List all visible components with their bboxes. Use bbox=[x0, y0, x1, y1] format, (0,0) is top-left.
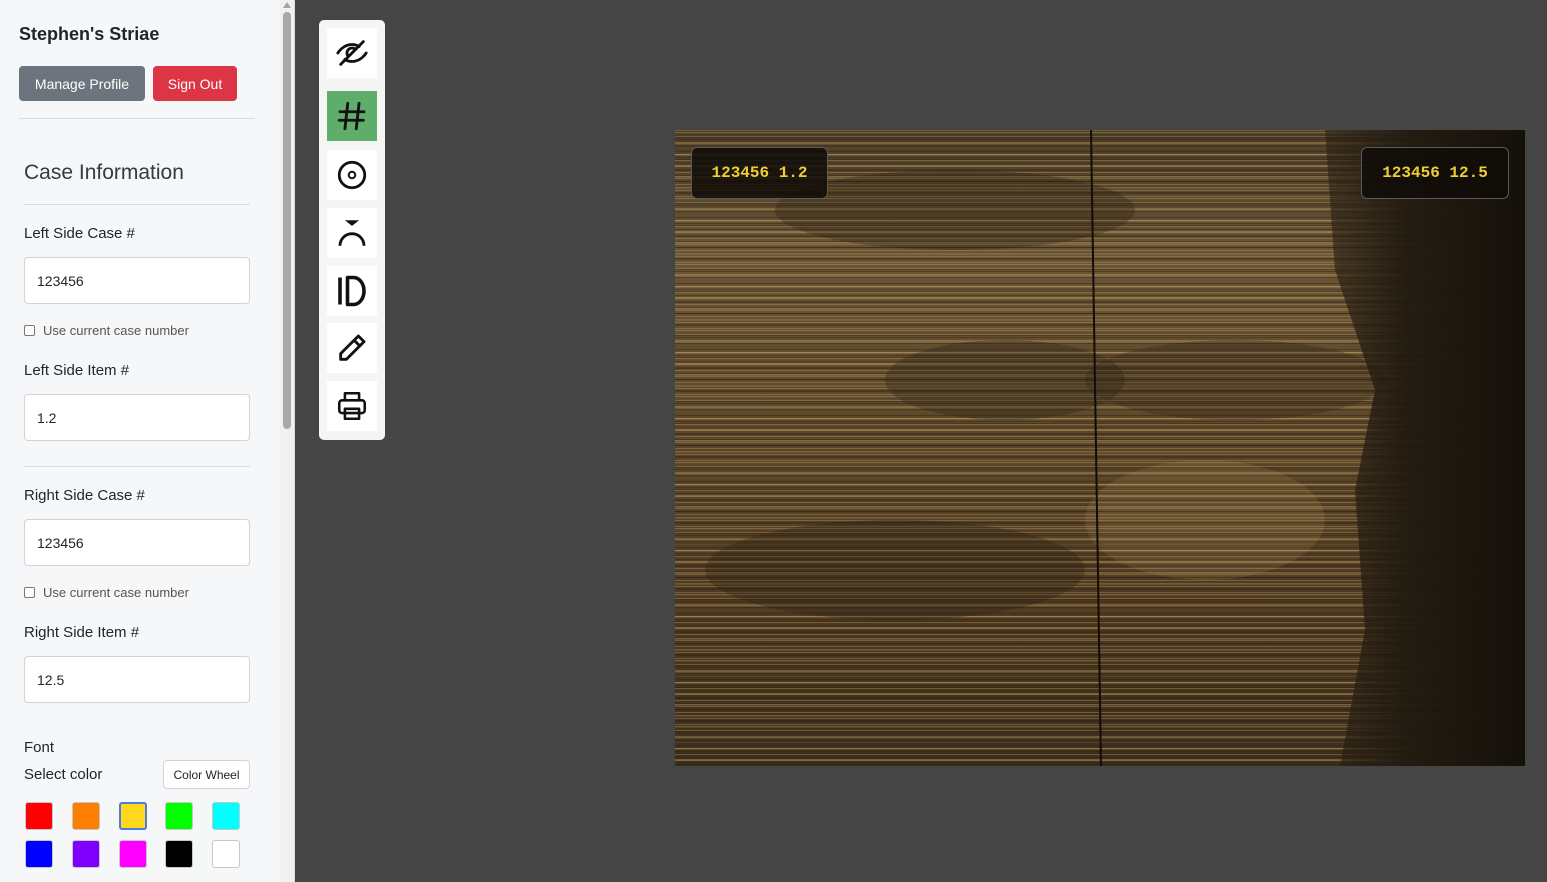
checkbox-icon[interactable] bbox=[24, 587, 35, 598]
swatch-green[interactable] bbox=[165, 802, 193, 830]
scroll-up-arrow-icon[interactable] bbox=[283, 2, 291, 8]
toolbar bbox=[319, 20, 385, 440]
sidebar: Stephen's Striae Manage Profile Sign Out… bbox=[0, 0, 280, 882]
sign-out-button[interactable]: Sign Out bbox=[153, 66, 237, 101]
right-case-label: Right Side Case # bbox=[24, 487, 145, 504]
eye-off-icon bbox=[336, 40, 368, 66]
user-name: Stephen's Striae bbox=[19, 24, 160, 44]
index-tool-button[interactable] bbox=[327, 208, 377, 258]
image-viewer[interactable]: 123456 1.2 123456 12.5 bbox=[675, 130, 1525, 766]
divider bbox=[19, 118, 255, 119]
swatch-white[interactable] bbox=[212, 840, 240, 868]
divider bbox=[24, 204, 250, 205]
left-item-label: Left Side Item # bbox=[24, 362, 130, 379]
right-case-overlay-label: 123456 12.5 bbox=[1361, 147, 1509, 199]
color-wheel-button[interactable]: Color Wheel bbox=[163, 760, 250, 789]
index-arc-icon bbox=[338, 220, 366, 246]
left-case-input[interactable] bbox=[24, 257, 250, 304]
left-case-label: Left Side Case # bbox=[24, 225, 135, 242]
id-tool-button[interactable] bbox=[327, 266, 377, 316]
right-use-current-label: Use current case number bbox=[43, 585, 189, 600]
font-label: Font bbox=[24, 739, 55, 756]
checkbox-icon[interactable] bbox=[24, 325, 35, 336]
swatch-blue[interactable] bbox=[25, 840, 53, 868]
target-tool-button[interactable] bbox=[327, 150, 377, 200]
right-item-input[interactable] bbox=[24, 656, 250, 703]
left-item-input[interactable] bbox=[24, 394, 250, 441]
swatch-yellow[interactable] bbox=[119, 802, 147, 830]
swatch-purple[interactable] bbox=[72, 840, 100, 868]
swatch-red[interactable] bbox=[25, 802, 53, 830]
swatch-cyan[interactable] bbox=[212, 802, 240, 830]
annotate-tool-button[interactable] bbox=[327, 323, 377, 373]
right-case-input[interactable] bbox=[24, 519, 250, 566]
pencil-icon bbox=[339, 334, 366, 361]
hash-icon bbox=[337, 101, 366, 131]
scrollbar-thumb[interactable] bbox=[283, 12, 291, 429]
right-item-label: Right Side Item # bbox=[24, 624, 140, 641]
striae-comparison-image bbox=[675, 130, 1525, 766]
manage-profile-button[interactable]: Manage Profile bbox=[19, 66, 145, 101]
printer-icon bbox=[337, 391, 367, 421]
left-use-current-checkbox[interactable]: Use current case number bbox=[24, 323, 189, 338]
swatch-black[interactable] bbox=[165, 840, 193, 868]
right-use-current-checkbox[interactable]: Use current case number bbox=[24, 585, 189, 600]
select-color-label: Select color bbox=[24, 766, 103, 783]
grid-tool-button[interactable] bbox=[327, 91, 377, 141]
id-icon bbox=[338, 275, 366, 307]
target-icon bbox=[337, 160, 367, 190]
sidebar-scrollbar[interactable] bbox=[280, 0, 295, 882]
print-button[interactable] bbox=[327, 381, 377, 431]
swatch-magenta[interactable] bbox=[119, 840, 147, 868]
divider bbox=[24, 466, 250, 467]
swatch-orange[interactable] bbox=[72, 802, 100, 830]
toggle-visibility-button[interactable] bbox=[327, 28, 377, 78]
left-case-overlay-label: 123456 1.2 bbox=[691, 147, 828, 199]
section-title: Case Information bbox=[24, 161, 184, 184]
left-use-current-label: Use current case number bbox=[43, 323, 189, 338]
